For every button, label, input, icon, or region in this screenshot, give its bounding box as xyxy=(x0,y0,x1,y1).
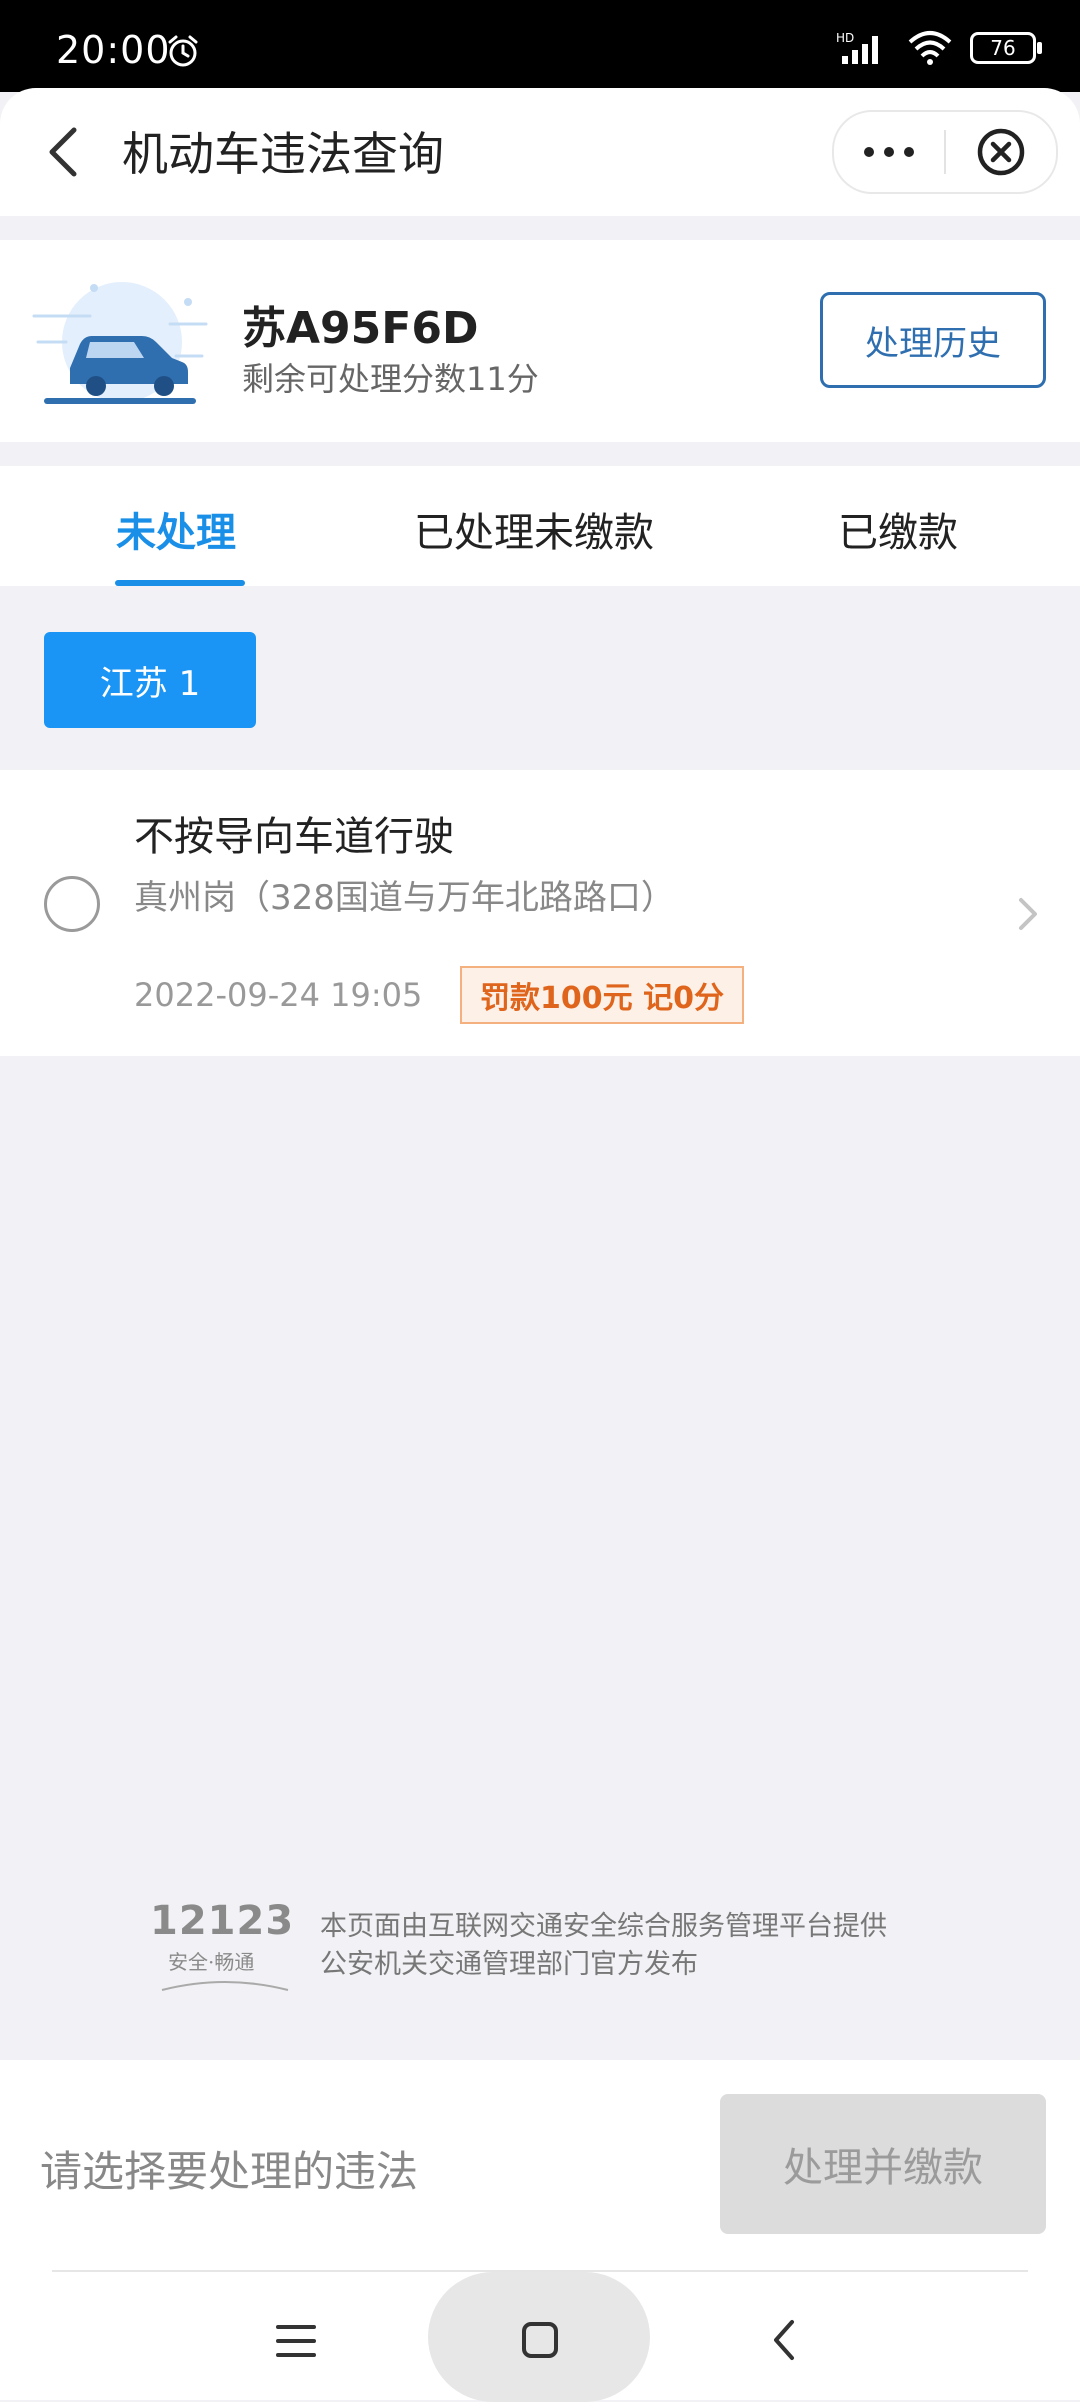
page-title: 机动车违法查询 xyxy=(122,127,444,181)
battery-icon: 76 xyxy=(970,32,1042,64)
footer-info: 12123 安全·畅通 本页面由互联网交通安全综合服务管理平台提供 公安机关交通… xyxy=(150,1894,950,2004)
status-icons: HD 76 xyxy=(836,30,1042,66)
history-button[interactable]: 处理历史 xyxy=(820,292,1046,388)
wifi-icon xyxy=(908,31,952,65)
remaining-points: 剩余可处理分数11分 xyxy=(242,360,539,398)
menu-icon[interactable] xyxy=(274,2322,318,2360)
home-icon[interactable] xyxy=(520,2320,560,2360)
chevron-right-icon[interactable] xyxy=(1016,896,1040,932)
title-bar: 机动车违法查询 xyxy=(0,88,1080,216)
mini-program-capsule xyxy=(832,110,1058,194)
more-dots-icon xyxy=(864,147,914,157)
process-pay-button[interactable]: 处理并缴款 xyxy=(720,2094,1046,2234)
footer-line2: 公安机关交通管理部门官方发布 xyxy=(320,1949,698,1980)
region-filter-chip[interactable]: 江苏 1 xyxy=(44,632,256,728)
status-tabs: 未处理 已处理未缴款 已缴款 xyxy=(0,466,1080,586)
violation-item[interactable]: 不按导向车道行驶 真州岗（328国道与万年北路路口） 2022-09-24 19… xyxy=(0,770,1080,1056)
tab-processed-unpaid[interactable]: 已处理未缴款 xyxy=(414,500,654,558)
violation-location: 真州岗（328国道与万年北路路口） xyxy=(134,878,675,918)
license-plate: 苏A95F6D xyxy=(242,303,479,354)
tab-paid[interactable]: 已缴款 xyxy=(838,500,958,558)
close-circle-icon xyxy=(977,128,1025,176)
signal-icon: HD xyxy=(836,31,878,64)
battery-level: 76 xyxy=(990,36,1016,60)
more-button[interactable] xyxy=(834,112,944,192)
close-button[interactable] xyxy=(946,112,1056,192)
status-time: 20:00 xyxy=(56,28,171,72)
car-icon xyxy=(32,282,208,404)
status-bar: 20:00 HD 76 xyxy=(0,0,1080,92)
penalty-badge: 罚款100元 记0分 xyxy=(460,966,744,1024)
footer-logo: 12123 xyxy=(150,1898,295,1944)
violation-time: 2022-09-24 19:05 xyxy=(134,976,423,1014)
vehicle-card: 苏A95F6D 剩余可处理分数11分 处理历史 xyxy=(0,240,1080,442)
bottom-bar: 请选择要处理的违法 处理并缴款 xyxy=(0,2060,1080,2402)
select-prompt: 请选择要处理的违法 xyxy=(40,2147,419,2196)
alarm-icon xyxy=(168,35,198,67)
tab-unprocessed[interactable]: 未处理 xyxy=(116,500,236,558)
network-label: HD xyxy=(836,31,854,45)
select-radio[interactable] xyxy=(44,876,100,932)
footer-line1: 本页面由互联网交通安全综合服务管理平台提供 xyxy=(320,1911,887,1942)
footer-slogan: 安全·畅通 xyxy=(168,1950,255,1974)
active-tab-indicator xyxy=(115,580,245,586)
violation-title: 不按导向车道行驶 xyxy=(134,814,454,860)
back-icon[interactable] xyxy=(770,2318,798,2362)
back-arrow-icon[interactable] xyxy=(40,124,90,180)
swoosh-icon xyxy=(161,1981,289,1991)
